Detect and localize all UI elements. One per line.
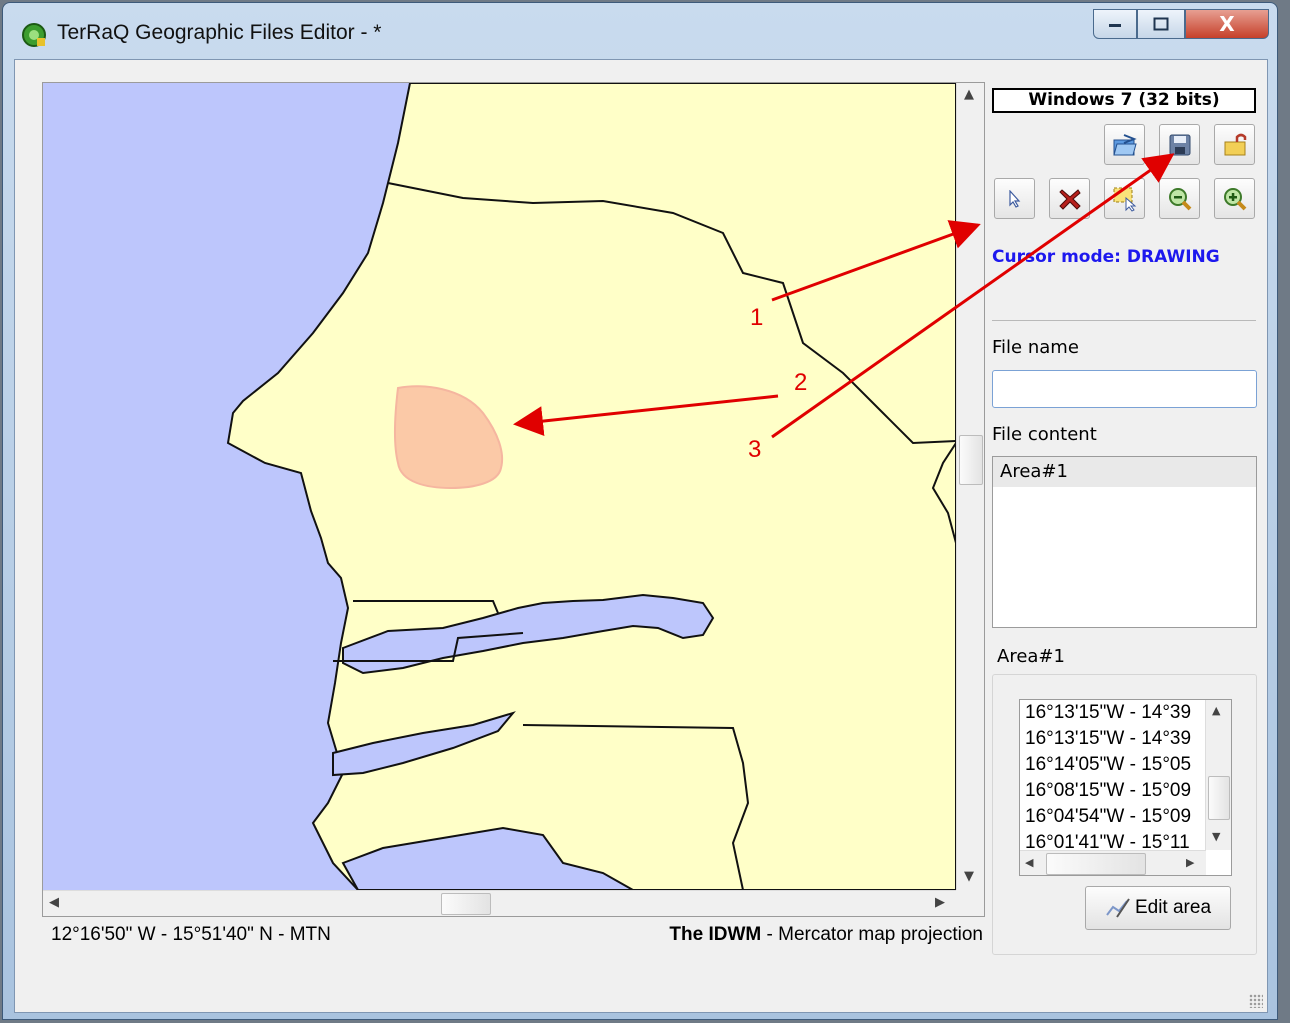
client-area: ▲ ▼ ◀ ▶ 12°16'50" W - 15°51'40" N - MTN … <box>14 59 1268 1013</box>
app-logo-icon <box>22 23 46 47</box>
title-bar[interactable]: TerRaQ Geographic Files Editor - * X <box>3 3 1277 59</box>
open-button[interactable] <box>1104 124 1145 165</box>
select-area-button[interactable] <box>1104 178 1145 219</box>
select-cursor-icon <box>1008 189 1020 208</box>
list-item[interactable]: 16°04'54"W - 15°09 <box>1020 804 1231 830</box>
scroll-right-icon[interactable]: ▶ <box>935 895 945 910</box>
projection-label: - Mercator map projection <box>761 924 983 945</box>
coords-vertical-scrollbar[interactable]: ▲ ▼ <box>1205 700 1231 850</box>
map-view[interactable]: ▲ ▼ ◀ ▶ <box>42 82 985 917</box>
scroll-down-icon[interactable]: ▼ <box>964 869 974 884</box>
scroll-left-icon[interactable]: ◀ <box>49 895 59 910</box>
window-title: TerRaQ Geographic Files Editor - * <box>57 21 382 44</box>
close-button[interactable]: X <box>1185 9 1269 39</box>
open-folder-icon <box>1112 133 1137 155</box>
area-title: Area#1 <box>997 646 1065 667</box>
coords-horizontal-scrollbar[interactable]: ◀ ▶ <box>1020 850 1206 875</box>
map-vscroll-thumb[interactable] <box>959 435 983 485</box>
idwm-brand: The IDWM <box>669 924 762 945</box>
save-button[interactable] <box>1159 124 1200 165</box>
maximize-button[interactable] <box>1137 9 1185 39</box>
scroll-up-icon[interactable]: ▲ <box>1212 704 1220 717</box>
edit-area-button[interactable]: Edit area <box>1085 886 1231 930</box>
file-name-label: File name <box>992 337 1079 358</box>
minimize-button[interactable] <box>1093 9 1137 39</box>
zoom-in-icon <box>1223 187 1246 210</box>
scroll-corner <box>956 890 984 916</box>
list-item[interactable]: 16°14'05"W - 15°05 <box>1020 752 1231 778</box>
zoom-in-button[interactable] <box>1214 178 1255 219</box>
annotation-label-3: 3 <box>748 436 762 463</box>
minimize-icon <box>1109 24 1121 27</box>
scroll-right-icon[interactable]: ▶ <box>1186 856 1194 869</box>
area-group: 16°13'15"W - 14°39 16°13'15"W - 14°39 16… <box>992 674 1257 955</box>
edit-area-label: Edit area <box>1134 897 1212 918</box>
list-item[interactable]: 16°13'15"W - 14°39 <box>1020 726 1231 752</box>
coords-hscroll-thumb[interactable] <box>1046 853 1146 875</box>
cursor-coordinates: 12°16'50" W - 15°51'40" N - MTN <box>51 924 331 945</box>
list-item[interactable]: 16°08'15"W - 15°09 <box>1020 778 1231 804</box>
resize-grip-icon[interactable] <box>1249 994 1263 1008</box>
zoom-out-icon <box>1168 187 1191 210</box>
unlock-button[interactable] <box>1214 124 1255 165</box>
file-content-list[interactable]: Area#1 <box>992 456 1257 628</box>
os-badge: Windows 7 (32 bits) <box>992 88 1256 113</box>
file-name-input[interactable] <box>992 370 1257 408</box>
list-item[interactable]: Area#1 <box>993 457 1256 487</box>
file-content-label: File content <box>992 424 1097 445</box>
scroll-left-icon[interactable]: ◀ <box>1025 856 1033 869</box>
scroll-down-icon[interactable]: ▼ <box>1212 830 1220 843</box>
delete-x-icon <box>1058 188 1081 210</box>
divider <box>992 320 1256 321</box>
projection-info: The IDWM - Mercator map projection <box>669 924 983 946</box>
scroll-up-icon[interactable]: ▲ <box>964 87 974 102</box>
unlock-icon <box>1224 133 1246 155</box>
close-icon: X <box>1219 12 1235 36</box>
coords-vscroll-thumb[interactable] <box>1208 776 1230 820</box>
app-window: TerRaQ Geographic Files Editor - * X ▲ ▼… <box>2 2 1278 1020</box>
cursor-mode-label: Cursor mode: DRAWING <box>992 247 1220 267</box>
delete-button[interactable] <box>1049 178 1090 219</box>
map-hscroll-thumb[interactable] <box>441 893 491 915</box>
list-item[interactable]: 16°13'15"W - 14°39 <box>1020 700 1231 726</box>
map-horizontal-scrollbar[interactable]: ◀ ▶ <box>43 890 956 916</box>
map-canvas[interactable] <box>43 83 956 890</box>
coordinates-list[interactable]: 16°13'15"W - 14°39 16°13'15"W - 14°39 16… <box>1019 699 1232 876</box>
select-cursor-button[interactable] <box>994 178 1035 219</box>
map-vertical-scrollbar[interactable]: ▲ ▼ <box>956 83 984 890</box>
annotation-label-2: 2 <box>794 369 808 396</box>
zoom-out-button[interactable] <box>1159 178 1200 219</box>
maximize-icon <box>1153 17 1169 31</box>
annotation-label-1: 1 <box>750 304 764 331</box>
edit-area-icon <box>1106 898 1130 918</box>
select-area-icon <box>1113 187 1136 212</box>
save-disk-icon <box>1169 134 1190 155</box>
